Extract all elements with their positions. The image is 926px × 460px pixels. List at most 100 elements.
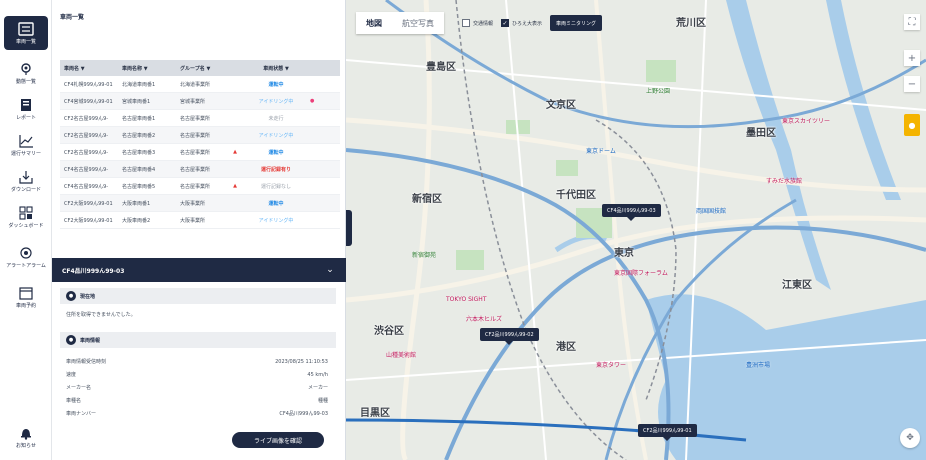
report-icon [21, 98, 31, 111]
nav-rail: 車両一覧 動態一覧 レポート 運行サマリー ダウンロード ダッシュボード アラー… [0, 0, 52, 460]
cell-status: 運転中 [268, 81, 284, 88]
field-speed: 速度 45 km/h [66, 369, 328, 380]
location-icon [21, 62, 31, 75]
pin-icon: ● [66, 291, 76, 301]
vehicle-marker[interactable]: CF2品川999ん99-02 [480, 328, 539, 345]
checkbox-label: 交通情報 [473, 20, 494, 27]
map-poi: 東京ドーム [586, 148, 616, 155]
field-model: 車種名 種種 [66, 395, 328, 406]
field-maker: メーカー名 メーカー [66, 382, 328, 393]
fullscreen-icon[interactable]: ⛶ [904, 14, 920, 30]
rail-item-notice[interactable]: お知らせ [4, 420, 48, 454]
table-row[interactable]: CF4名古屋999ん9- 名古屋車両番5 名古屋事業所 ▲ 運行記録なし [60, 178, 340, 195]
field-key: 速度 [66, 372, 77, 378]
cell-group: 名古屋事業所 [180, 183, 211, 190]
field-value: 2023/08/25 11:10:53 [275, 358, 328, 365]
checkbox-checked-icon: ✓ [501, 19, 510, 27]
table-row[interactable]: CF4札幌999ん99-01 北海道車両番1 北海道事業所 運転中 [60, 76, 340, 93]
map-label: 文京区 [546, 100, 576, 111]
cell-vehicle-id: CF2名古屋999ん9- [64, 115, 109, 122]
field-key: 車両情報受信時刻 [66, 359, 107, 365]
map-poi: すみだ水族館 [766, 178, 803, 185]
cell-vehicle-id: CF4札幌999ん99-01 [64, 81, 113, 88]
calendar-icon [19, 286, 33, 300]
cell-vehicle-name: 名古屋車両番1 [122, 115, 156, 122]
vehicle-detail-title: CF4品川999ん99-03 [62, 267, 125, 275]
rail-label: 車両予約 [15, 302, 36, 309]
cell-vehicle-id: CF2大阪999ん99-01 [64, 200, 113, 207]
map-label: 豊島区 [426, 62, 456, 73]
live-image-button[interactable]: ライブ画像を確認 [232, 432, 324, 448]
rail-item-dashboard[interactable]: ダッシュボード [4, 200, 48, 234]
rail-item-download[interactable]: ダウンロード [4, 164, 48, 198]
map-label: 目黒区 [360, 408, 390, 419]
cell-group: 大阪事業所 [180, 217, 206, 224]
panel-collapse-handle[interactable] [346, 210, 352, 246]
rail-item-vehicle-list[interactable]: 車両一覧 [4, 16, 48, 50]
compass-icon[interactable]: ✥ [900, 428, 920, 448]
field-value: 45 km/h [307, 371, 328, 378]
rail-label: アラートアラーム [6, 262, 46, 269]
map-poi: 新宿御苑 [412, 252, 437, 259]
monitoring-button[interactable]: 車両ミニタリング [550, 15, 603, 31]
cell-vehicle-name: 名古屋車両番5 [122, 183, 156, 190]
table-row[interactable]: CF4宮城999ん99-01 宮城車両番1 宮城事業所 アイドリング中 ● [60, 93, 340, 110]
warning-icon: ▲ [233, 149, 237, 155]
table-row[interactable]: CF2大阪999ん99-01 大阪車両番1 大阪事業所 運転中 [60, 195, 340, 212]
column-header[interactable]: 車両名称 ▼ [122, 65, 180, 72]
table-row[interactable]: CF2名古屋999ん9- 名古屋車両番1 名古屋事業所 未走行 [60, 110, 340, 127]
cell-vehicle-name: 大阪車両番1 [122, 200, 151, 207]
map-label: 荒川区 [676, 18, 706, 29]
rail-label: ダウンロード [10, 186, 41, 193]
vehicle-marker[interactable]: CF2品川999ん99-01 [638, 424, 697, 441]
vehicle-detail-header[interactable]: CF4品川999ん99-03 ⌄ [52, 258, 346, 282]
rail-label: ダッシュボード [8, 222, 44, 229]
rail-item-alert[interactable]: アラートアラーム [4, 240, 48, 274]
map-label: 江東区 [782, 280, 812, 291]
app-window: 車両一覧 動態一覧 レポート 運行サマリー ダウンロード ダッシュボード アラー… [0, 0, 926, 460]
rail-item-summary[interactable]: 運行サマリー [4, 128, 48, 162]
rail-item-report[interactable]: レポート [4, 92, 48, 126]
dashboard-icon [19, 205, 33, 220]
map-type-tabs: 地図 航空写真 [356, 12, 444, 34]
cell-group: 大阪事業所 [180, 200, 206, 207]
table-row[interactable]: CF4名古屋999ん9- 名古屋車両番4 名古屋事業所 運行記録有り [60, 161, 340, 178]
table-row[interactable]: CF2名古屋999ん9- 名古屋車両番3 名古屋事業所 ▲ 運転中 [60, 144, 340, 161]
map-view[interactable]: 地図 航空写真 交通情報 ✓ ひろえ大表示 車両ミニタリング ⛶ + − ● ✥… [346, 0, 926, 460]
checkbox-icon [462, 19, 470, 27]
map-poi: 山種美術館 [386, 352, 417, 359]
street-view-icon[interactable]: ● [904, 114, 920, 136]
cell-group: 名古屋事業所 [180, 115, 211, 122]
map-poi: 六本木ヒルズ [466, 316, 503, 323]
chevron-down-icon[interactable]: ⌄ [324, 264, 336, 276]
tab-satellite[interactable]: 航空写真 [392, 18, 444, 29]
large-display-checkbox[interactable]: ✓ ひろえ大表示 [501, 19, 542, 27]
section-label: 現在地 [80, 293, 96, 300]
cell-vehicle-name: 北海道車両番1 [122, 81, 156, 88]
map-label: 墨田区 [746, 128, 776, 139]
chart-icon [19, 134, 33, 148]
column-header[interactable]: 車両状態 ▼ [242, 65, 310, 72]
table-row[interactable]: CF2名古屋999ん9- 名古屋車両番2 名古屋事業所 アイドリング中 [60, 127, 340, 144]
traffic-checkbox[interactable]: 交通情報 [462, 19, 493, 27]
rail-item-reservation[interactable]: 車両予約 [4, 280, 48, 314]
zoom-out-icon[interactable]: − [904, 76, 920, 92]
table-body: CF4札幌999ん99-01 北海道車両番1 北海道事業所 運転中 CF4宮城999ん9… [60, 76, 340, 229]
tab-map[interactable]: 地図 [356, 18, 392, 29]
rail-label: お知らせ [16, 442, 36, 449]
zoom-in-icon[interactable]: + [904, 50, 920, 66]
table-row[interactable]: CF2大阪999ん99-01 大阪車両番2 大阪事業所 アイドリング中 [60, 212, 340, 229]
vehicle-marker[interactable]: CF4品川999ん99-03 [602, 204, 661, 221]
cell-status: アイドリング中 [258, 132, 294, 139]
column-header[interactable]: 車両名 ▼ [60, 65, 122, 72]
rail-label: 運行サマリー [10, 150, 41, 157]
field-value: メーカー [307, 385, 328, 391]
rail-item-location[interactable]: 動態一覧 [4, 56, 48, 90]
map-label: 東京 [614, 248, 634, 259]
field-value: 種種 [317, 398, 328, 404]
section-label: 車両情報 [80, 337, 101, 344]
map-poi: 東京タワー [596, 362, 627, 369]
table-header: 車両名 ▼ 車両名称 ▼ グループ名 ▼ 車両状態 ▼ [60, 60, 340, 76]
map-poi: TOKYO SIGHT [446, 296, 487, 303]
column-header[interactable]: グループ名 ▼ [180, 65, 228, 72]
